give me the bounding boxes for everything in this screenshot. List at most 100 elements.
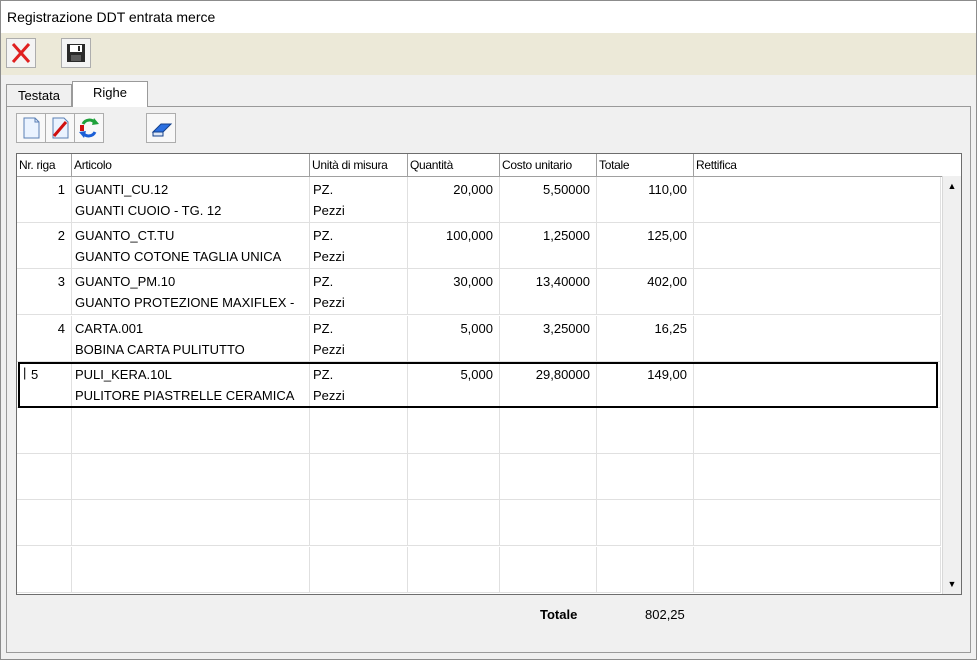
total-label: Totale (540, 607, 578, 622)
scroll-up-icon[interactable]: ▲ (944, 178, 960, 194)
table-row[interactable]: 2 GUANTO_CT.TU GUANTO COTONE TAGLIA UNICA P… (17, 223, 941, 270)
grid-cell[interactable] (72, 546, 310, 593)
grid-cell[interactable]: 5,000 (408, 361, 500, 408)
tab-testata[interactable]: Testata (6, 84, 72, 106)
grid-cell[interactable]: CARTA.001 BOBINA CARTA PULITUTTO (72, 315, 310, 362)
col-quantita[interactable]: Quantità (408, 154, 500, 176)
grid-cell[interactable]: 4 (17, 315, 72, 362)
unit-cost-value: 3,25000 (543, 320, 590, 336)
grid-cell[interactable] (597, 408, 694, 454)
grid-cell[interactable] (694, 500, 941, 547)
grid-cell[interactable] (694, 408, 941, 454)
grid-cell[interactable]: 125,00 (597, 223, 694, 270)
grid-cell[interactable]: PULI_KERA.10L PULITORE PIASTRELLE CERAMIC… (72, 361, 310, 408)
grid-cell[interactable]: 3 (17, 269, 72, 316)
grid-cell[interactable] (694, 269, 941, 316)
grid-cell[interactable] (72, 500, 310, 547)
grid-cell[interactable] (310, 500, 408, 547)
grid-cell[interactable]: 30,000 (408, 269, 500, 316)
col-totale[interactable]: Totale (597, 154, 694, 176)
empty-row[interactable] (17, 546, 941, 593)
table-row[interactable]: 1 GUANTI_CU.12 GUANTI CUOIO - TG. 12 PZ. Pez… (17, 177, 941, 223)
col-articolo[interactable]: Articolo (72, 154, 310, 176)
grid-cell[interactable]: | 5 (17, 361, 72, 408)
table-row[interactable]: 3 GUANTO_PM.10 GUANTO PROTEZIONE MAXIFLEX … (17, 269, 941, 316)
grid-cell[interactable] (17, 500, 72, 547)
total-value: 802,25 (645, 607, 685, 622)
grid-cell[interactable]: 1 (17, 177, 72, 223)
vertical-scrollbar[interactable]: ▲ ▼ (942, 176, 961, 594)
grid-cell[interactable] (310, 408, 408, 454)
grid-cell[interactable]: 3,25000 (500, 315, 597, 362)
quantity-value: 5,000 (460, 366, 493, 382)
grid-cell[interactable]: PZ. Pezzi (310, 223, 408, 270)
unit-code: PZ. (313, 274, 334, 290)
grid-cell[interactable] (17, 408, 72, 454)
grid-cell[interactable]: 149,00 (597, 361, 694, 408)
col-nr-riga[interactable]: Nr. riga (17, 154, 72, 176)
grid-cell[interactable] (500, 500, 597, 547)
empty-row[interactable] (17, 408, 941, 454)
grid-cell[interactable]: GUANTI_CU.12 GUANTI CUOIO - TG. 12 (72, 177, 310, 223)
grid-cell[interactable] (72, 454, 310, 501)
empty-row[interactable] (17, 454, 941, 501)
grid-cell[interactable]: PZ. Pezzi (310, 361, 408, 408)
col-unita-misura[interactable]: Unità di misura (310, 154, 408, 176)
grid-cell[interactable] (694, 315, 941, 362)
grid-cell[interactable] (408, 454, 500, 501)
refresh-icon (79, 118, 99, 138)
grid-cell[interactable] (694, 454, 941, 501)
grid-cell[interactable] (694, 361, 941, 408)
grid-cell[interactable] (310, 546, 408, 593)
new-row-button[interactable] (16, 113, 46, 143)
grid-cell[interactable] (17, 454, 72, 501)
grid-cell[interactable] (694, 177, 941, 223)
grid-cell[interactable]: PZ. Pezzi (310, 269, 408, 316)
col-rettifica[interactable]: Rettifica (694, 154, 961, 176)
article-description: PULITORE PIASTRELLE CERAMICA (75, 387, 295, 403)
grid-cell[interactable] (597, 546, 694, 593)
close-button[interactable] (6, 38, 36, 68)
grid-cell[interactable]: 402,00 (597, 269, 694, 316)
empty-row[interactable] (17, 500, 941, 547)
grid-cell[interactable]: 16,25 (597, 315, 694, 362)
grid-cell[interactable] (500, 546, 597, 593)
grid-cell[interactable] (694, 546, 941, 593)
grid-cell[interactable]: 20,000 (408, 177, 500, 223)
row-number: 5 (31, 366, 39, 382)
grid-cell[interactable]: GUANTO_PM.10 GUANTO PROTEZIONE MAXIFLEX - (72, 269, 310, 316)
grid-cell[interactable]: 110,00 (597, 177, 694, 223)
grid-cell[interactable] (500, 454, 597, 501)
clear-button[interactable] (146, 113, 176, 143)
save-button[interactable] (61, 38, 91, 68)
grid-cell[interactable]: 2 (17, 223, 72, 270)
grid-cell[interactable] (408, 546, 500, 593)
window-title: Registrazione DDT entrata merce (7, 9, 216, 25)
grid-cell[interactable] (597, 500, 694, 547)
grid-cell[interactable]: PZ. Pezzi (310, 315, 408, 362)
grid-cell[interactable]: 1,25000 (500, 223, 597, 270)
grid-cell[interactable]: PZ. Pezzi (310, 177, 408, 223)
table-row[interactable]: | 5 PULI_KERA.10L PULITORE PIASTRELLE CERAM… (17, 361, 941, 408)
grid-cell[interactable]: 29,80000 (500, 361, 597, 408)
grid-cell[interactable] (500, 408, 597, 454)
grid-cell[interactable] (597, 454, 694, 501)
refresh-button[interactable] (74, 113, 104, 143)
grid-cell[interactable] (694, 223, 941, 270)
col-costo-unitario[interactable]: Costo unitario (500, 154, 597, 176)
edit-row-button[interactable] (45, 113, 75, 143)
grid-cell[interactable]: 13,40000 (500, 269, 597, 316)
table-row[interactable]: 4 CARTA.001 BOBINA CARTA PULITUTTO PZ. Pezzi… (17, 315, 941, 362)
grid-cell[interactable]: 100,000 (408, 223, 500, 270)
grid-cell[interactable] (408, 500, 500, 547)
quantity-value: 20,000 (453, 182, 493, 197)
grid-cell[interactable] (72, 408, 310, 454)
scroll-down-icon[interactable]: ▼ (944, 576, 960, 592)
grid-cell[interactable] (310, 454, 408, 501)
tab-righe[interactable]: Righe (72, 81, 148, 107)
grid-cell[interactable] (408, 408, 500, 454)
grid-cell[interactable]: 5,50000 (500, 177, 597, 223)
grid-cell[interactable] (17, 546, 72, 593)
grid-cell[interactable]: 5,000 (408, 315, 500, 362)
grid-cell[interactable]: GUANTO_CT.TU GUANTO COTONE TAGLIA UNICA (72, 223, 310, 270)
